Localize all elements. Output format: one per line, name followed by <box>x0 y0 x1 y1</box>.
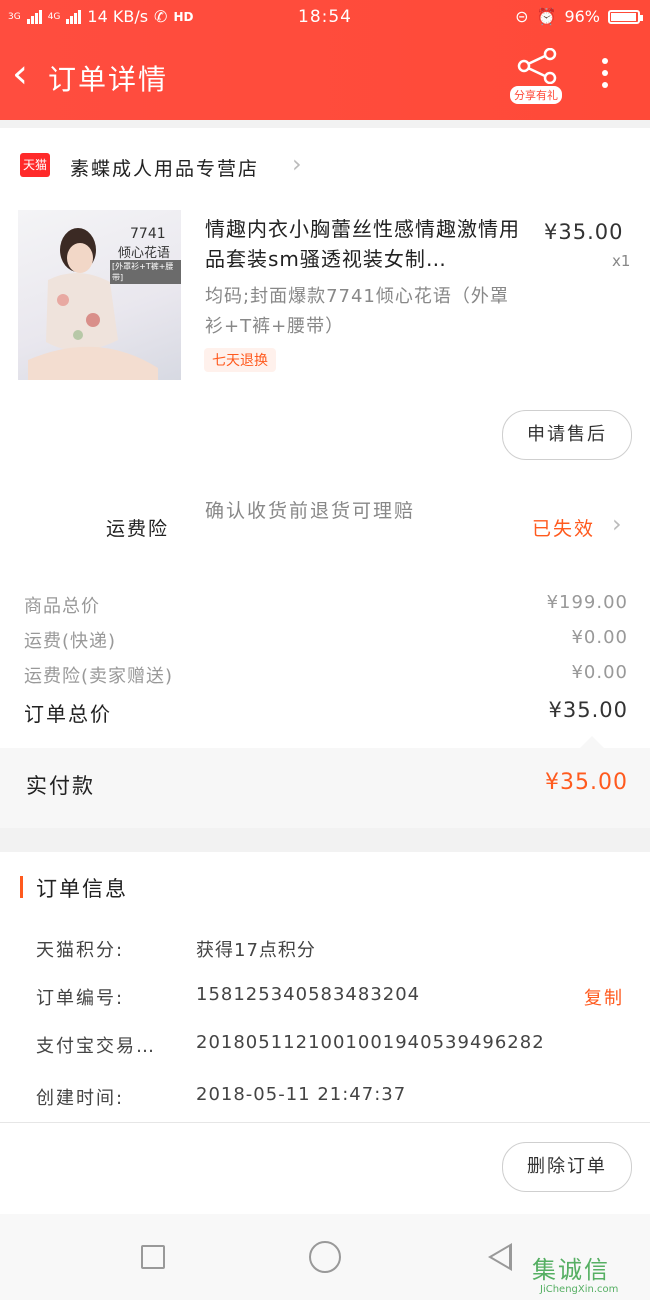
product-sku: 均码;封面爆款7741倾心花语（外罩衫+T裤+腰带） <box>205 286 509 337</box>
share-button[interactable]: 分享有礼 <box>506 48 566 104</box>
info-value: 2018-05-11 21:47:37 <box>196 1084 407 1105</box>
header: ‹ 订单详情 分享有礼 <box>0 40 650 110</box>
section-accent-bar <box>20 876 23 898</box>
order-number: 158125340583483204 <box>196 984 421 1005</box>
product-image[interactable]: 7741 倾心花语 [外罩衫+T裤+腰带] <box>18 210 181 380</box>
paid-value: ¥35.00 <box>545 770 628 795</box>
battery-percent: 96% <box>564 7 600 26</box>
info-label: 支付宝交易… <box>36 1036 156 1057</box>
image-badge-code: 7741 <box>130 226 166 242</box>
shop-name: 素蝶成人用品专营店 <box>70 158 260 180</box>
insurance-status: 已失效 <box>532 518 596 540</box>
share-icon <box>517 48 557 84</box>
order-total-value: ¥35.00 <box>548 698 628 722</box>
fee-label: 商品总价 <box>24 596 100 617</box>
order-total-label: 订单总价 <box>24 702 112 726</box>
info-value: 获得17点积分 <box>196 940 316 961</box>
battery-icon <box>608 9 643 24</box>
more-options-icon[interactable] <box>598 58 612 94</box>
product-title[interactable]: 情趣内衣小胸蕾丝性感情趣激情用品套装sm骚透视装女制… <box>205 214 535 274</box>
page-title: 订单详情 <box>48 63 169 96</box>
fee-label: 运费(快递) <box>24 631 117 652</box>
paid-label: 实付款 <box>26 774 95 798</box>
info-value: 2018051121001001940539496282 <box>196 1032 545 1053</box>
image-badge-sub: [外罩衫+T裤+腰带] <box>110 260 181 284</box>
order-info-title: 订单信息 <box>36 877 128 901</box>
status-bar: 3G 4G 14 KB/s ✆ HD 18:54 ⊝ ⏰ 96% <box>0 0 650 34</box>
image-badge-name: 倾心花语 <box>118 246 171 261</box>
after-sale-button[interactable]: 申请售后 <box>502 410 632 460</box>
caret-up-icon <box>580 736 604 748</box>
return-policy-tag: 七天退换 <box>204 348 276 372</box>
section-divider <box>0 120 650 128</box>
info-label: 创建时间: <box>36 1088 125 1109</box>
product-price: ¥35.00 <box>544 220 624 244</box>
info-label: 天猫积分: <box>36 940 125 961</box>
fee-value: ¥0.00 <box>571 662 628 683</box>
info-label: 订单编号: <box>36 988 125 1009</box>
chevron-right-icon: › <box>612 510 622 538</box>
alarm-icon: ⏰ <box>536 7 557 26</box>
home-icon[interactable] <box>309 1241 341 1273</box>
watermark: 集诚信 <box>532 1256 610 1284</box>
insurance-label: 运费险 <box>106 518 170 540</box>
fee-value: ¥199.00 <box>546 592 628 613</box>
copy-button[interactable]: 复制 <box>584 984 624 1010</box>
share-label: 分享有礼 <box>510 86 562 104</box>
back-triangle-icon[interactable] <box>488 1243 512 1271</box>
delete-order-button[interactable]: 删除订单 <box>502 1142 632 1192</box>
recent-apps-icon[interactable] <box>141 1245 165 1269</box>
insurance-description: 确认收货前退货可理赔 <box>205 500 416 522</box>
watermark-sub: JiChengXin.com <box>540 1284 619 1295</box>
tmall-logo-icon: 天猫 <box>20 153 50 177</box>
lock-rotation-icon: ⊝ <box>515 7 529 26</box>
chevron-right-icon: › <box>292 150 302 178</box>
section-divider <box>0 828 650 852</box>
back-chevron-icon[interactable]: ‹ <box>12 54 28 94</box>
product-quantity: x1 <box>612 252 631 270</box>
fee-value: ¥0.00 <box>571 627 628 648</box>
top-bar: 3G 4G 14 KB/s ✆ HD 18:54 ⊝ ⏰ 96% ‹ 订单详情 <box>0 0 650 120</box>
fee-label: 运费险(卖家赠送) <box>24 666 174 687</box>
divider <box>0 1122 650 1123</box>
